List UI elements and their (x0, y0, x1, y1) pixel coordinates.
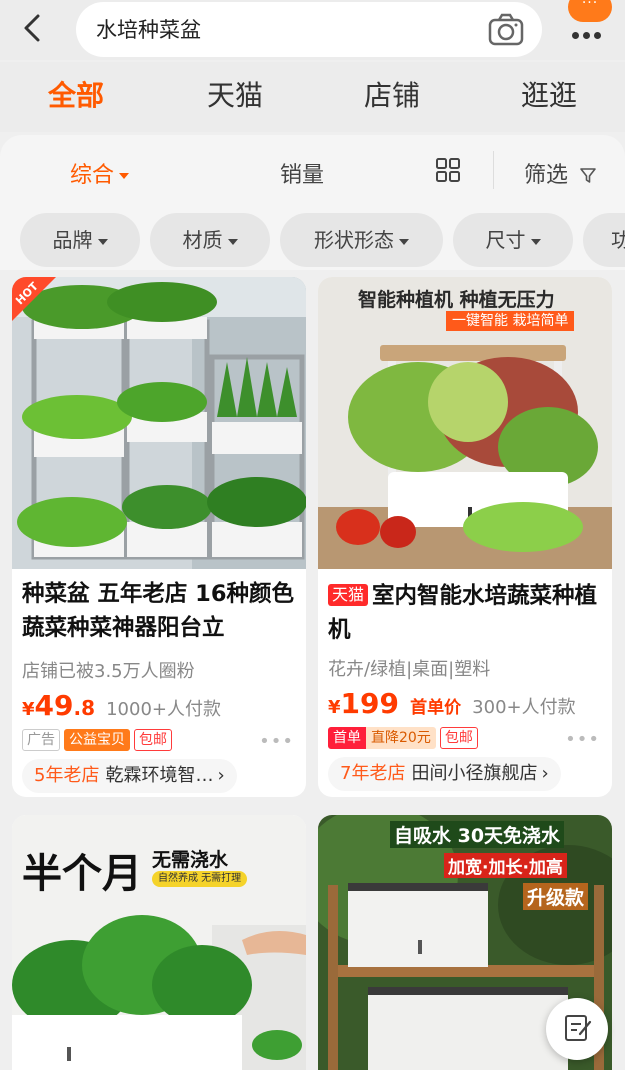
sort-sales[interactable]: 销量 (280, 157, 324, 189)
product-attributes: 花卉/绿植|桌面|塑料 (328, 659, 491, 680)
ad-tag: 广告 (22, 729, 60, 751)
filter-chips: 品牌 材质 形状形态 尺寸 功 (0, 213, 625, 269)
chip-label: 尺寸 (485, 228, 526, 252)
image-sub-banner: 自然养成 无需打理 (152, 871, 248, 887)
tmall-badge: 天猫 (328, 584, 369, 606)
funnel-icon (580, 168, 596, 183)
first-order-tag: 首单 (328, 727, 366, 749)
chevron-right-icon: › (217, 765, 225, 786)
product-card[interactable]: HOT 种菜盆 五年老店 16种颜色蔬菜种菜神器阳台立 店铺已被3.5万人圈粉 … (12, 277, 306, 797)
shop-name: 乾霖环境智… (105, 765, 214, 786)
image-headline-2: 无需浇水 (152, 849, 229, 871)
price-note: 首单价 (410, 698, 462, 718)
price-row: ¥49.8 1000+人付款 (22, 689, 221, 722)
product-image[interactable]: HOT (12, 277, 306, 569)
caret-down-icon (530, 238, 541, 245)
image-banner-text: 智能种植机 种植无压力 (358, 289, 555, 311)
tab-browse[interactable]: 逛逛 (521, 74, 577, 114)
chip-label: 品牌 (52, 228, 93, 252)
shop-name: 田间小径旗舰店 (411, 763, 538, 784)
product-image[interactable]: 半个月 无需浇水 自然养成 无需打理 (12, 815, 306, 1070)
filter-label: 筛选 (524, 163, 569, 188)
price-integer: 49 (34, 689, 74, 722)
camera-icon[interactable] (488, 13, 524, 47)
chip-shape[interactable]: 形状形态 (280, 213, 443, 267)
shop-years: 5年老店 (34, 765, 100, 786)
price-decimal: .8 (73, 696, 96, 720)
chip-function[interactable]: 功 (583, 213, 625, 267)
shop-years: 7年老店 (340, 763, 406, 784)
search-query: 水培种菜盆 (96, 18, 201, 42)
product-card[interactable]: 智能种植机 种植无压力 一键智能 栽培简单 天猫 室内智能水培蔬菜种植机 花卉/绿… (318, 277, 612, 797)
product-image[interactable]: 智能种植机 种植无压力 一键智能 栽培简单 (318, 277, 612, 569)
back-icon[interactable] (16, 10, 52, 46)
feedback-button[interactable] (546, 998, 608, 1060)
caret-down-icon (227, 238, 238, 245)
more-menu-button[interactable]: ··· (562, 0, 618, 40)
price-row: ¥199 首单价 300+人付款 (328, 687, 576, 720)
edit-note-icon (565, 1015, 592, 1041)
tab-all[interactable]: 全部 (48, 74, 104, 114)
top-bar: 水培种菜盆 ··· (0, 0, 625, 60)
shop-link[interactable]: 5年老店 乾霖环境智… › (22, 759, 237, 793)
price-integer: 199 (340, 687, 399, 720)
image-sub-banner: 加宽·加长·加高 (444, 853, 567, 878)
paid-count: 300+人付款 (472, 697, 576, 718)
tag-row: 首单 直降20元 包邮 (328, 727, 482, 751)
tab-shops[interactable]: 店铺 (364, 74, 420, 114)
chip-material[interactable]: 材质 (150, 213, 270, 267)
caret-down-icon (399, 238, 409, 245)
currency: ¥ (22, 699, 35, 720)
more-dots-icon (572, 24, 612, 39)
charity-tag: 公益宝贝 (64, 729, 130, 751)
shop-followers: 店铺已被3.5万人圈粉 (22, 661, 195, 682)
image-upgrade-label: 升级款 (523, 883, 589, 910)
image-sub-banner: 一键智能 栽培简单 (446, 311, 575, 331)
sort-comprehensive[interactable]: 综合 (70, 157, 130, 189)
search-tabs: 全部 天猫 店铺 逛逛 (0, 62, 625, 132)
shop-link[interactable]: 7年老店 田间小径旗舰店 › (328, 757, 561, 791)
caret-down-icon (97, 238, 108, 245)
sort-comprehensive-label: 综合 (70, 163, 115, 188)
chevron-right-icon: › (541, 763, 549, 784)
discount-tag: 直降20元 (366, 727, 436, 749)
image-headline: 自吸水 30天免浇水 (390, 821, 565, 848)
grid-view-icon[interactable] (435, 157, 461, 183)
free-shipping-tag: 包邮 (134, 729, 172, 751)
chip-label: 材质 (182, 228, 223, 252)
more-options-icon[interactable]: ••• (565, 729, 600, 750)
sort-bar: 综合 销量 筛选 (0, 135, 625, 207)
product-card[interactable]: 半个月 无需浇水 自然养成 无需打理 (12, 815, 306, 1070)
image-headline: 半个月 (22, 851, 142, 897)
filter-panel: 综合 销量 筛选 品牌 材质 形状形态 尺寸 功 (0, 135, 625, 270)
product-title: 天猫 室内智能水培蔬菜种植机 (328, 579, 608, 647)
free-shipping-tag: 包邮 (439, 727, 478, 749)
chip-label: 形状形态 (314, 228, 394, 252)
chip-brand[interactable]: 品牌 (20, 213, 140, 267)
search-input[interactable]: 水培种菜盆 (76, 2, 542, 57)
message-badge: ··· (568, 0, 612, 22)
paid-count: 1000+人付款 (106, 699, 221, 720)
tag-row: 广告 公益宝贝 包邮 (22, 729, 176, 753)
product-title-text: 室内智能水培蔬菜种植机 (328, 583, 598, 643)
currency: ¥ (328, 697, 341, 718)
tab-tmall[interactable]: 天猫 (207, 74, 263, 114)
product-title: 种菜盆 五年老店 16种颜色蔬菜种菜神器阳台立 (22, 581, 294, 641)
caret-down-icon (119, 173, 130, 179)
more-options-icon[interactable]: ••• (259, 731, 294, 752)
filter-button[interactable]: 筛选 (524, 157, 597, 189)
chip-label: 功 (611, 228, 625, 252)
divider (493, 151, 494, 189)
chip-size[interactable]: 尺寸 (453, 213, 573, 267)
